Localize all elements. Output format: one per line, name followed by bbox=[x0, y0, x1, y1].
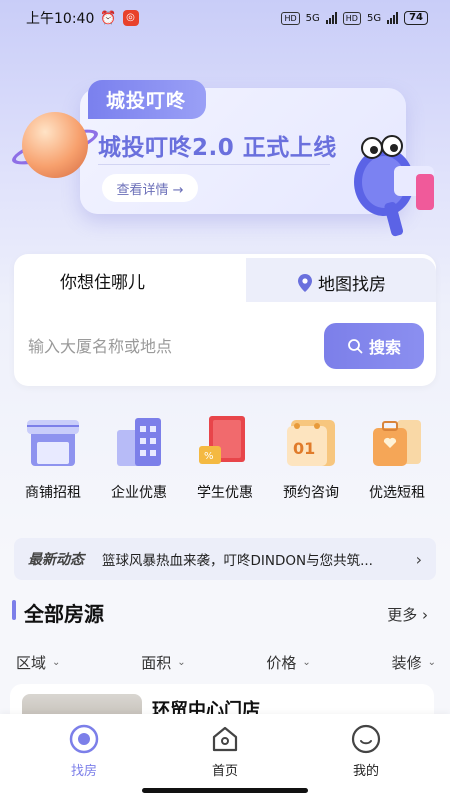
calendar-icon: 01 bbox=[287, 420, 335, 466]
banner-title: 城投叮咚2.0 正式上线 bbox=[98, 135, 337, 161]
filter-label: 装修 bbox=[391, 654, 422, 672]
status-time: 上午10:40 bbox=[26, 11, 95, 27]
category-label: 优选短租 bbox=[369, 485, 425, 501]
news-ticker[interactable]: 最新动态 篮球风暴热血来袭，叮咚DINDON与您共筑... › bbox=[14, 538, 436, 580]
category-label: 预约咨询 bbox=[283, 485, 339, 501]
map-pin-icon bbox=[298, 273, 312, 292]
status-indicators: HD 5G HD 5G 74 bbox=[281, 11, 428, 25]
news-tag: 最新动态 bbox=[28, 552, 84, 568]
nav-label: 找房 bbox=[70, 764, 97, 779]
category-short-rental[interactable]: 优选短租 bbox=[354, 412, 440, 508]
view-details-button[interactable]: 查看详情 → bbox=[102, 174, 198, 202]
chevron-down-icon: ⌄ bbox=[177, 657, 186, 668]
tab-where-to-live[interactable]: 你想住哪儿 bbox=[60, 268, 145, 293]
section-title: 全部房源 bbox=[24, 602, 104, 626]
filter-label: 面积 bbox=[141, 654, 172, 672]
category-label: 企业优惠 bbox=[111, 485, 167, 501]
category-grid: 商铺招租 企业优惠 % 学生优惠 01 预约咨询 优选短租 bbox=[10, 412, 440, 508]
news-text: 篮球风暴热血来袭，叮咚DINDON与您共筑... bbox=[102, 553, 373, 569]
nav-profile[interactable]: 我的 bbox=[326, 714, 406, 800]
app-notification-icon: ◎ bbox=[122, 10, 139, 26]
chevron-right-icon: › bbox=[422, 606, 428, 624]
office-building-icon bbox=[117, 418, 161, 466]
more-label: 更多 bbox=[387, 606, 418, 624]
find-house-icon bbox=[69, 724, 99, 754]
banner-tag: 城投叮咚 bbox=[88, 80, 207, 119]
book-icon: % bbox=[199, 416, 245, 464]
chevron-down-icon: ⌄ bbox=[302, 657, 311, 668]
signal-icon-2 bbox=[387, 12, 399, 24]
svg-text:01: 01 bbox=[293, 439, 315, 458]
suitcase-icon bbox=[373, 420, 421, 466]
filter-decoration[interactable]: 装修 ⌄ bbox=[392, 652, 436, 673]
planet-icon bbox=[22, 112, 88, 178]
search-button[interactable]: 搜索 bbox=[324, 323, 424, 369]
battery-icon: 74 bbox=[404, 11, 428, 25]
home-icon bbox=[212, 726, 238, 752]
search-input[interactable] bbox=[28, 328, 308, 364]
network-label-2: 5G bbox=[366, 12, 382, 24]
category-student-discount[interactable]: % 学生优惠 bbox=[182, 412, 268, 508]
banner-divider bbox=[98, 164, 330, 165]
nav-find-house[interactable]: 找房 bbox=[44, 714, 124, 800]
search-icon bbox=[348, 339, 363, 354]
filter-bar: 区域 ⌄ 面积 ⌄ 价格 ⌄ 装修 ⌄ bbox=[16, 652, 436, 673]
chevron-down-icon: ⌄ bbox=[52, 657, 61, 668]
search-button-label: 搜索 bbox=[368, 338, 401, 357]
filter-label: 区域 bbox=[16, 654, 47, 672]
filter-price[interactable]: 价格 ⌄ bbox=[266, 652, 310, 673]
chevron-right-icon: › bbox=[415, 549, 422, 569]
section-accent-bar bbox=[12, 600, 16, 620]
category-label: 商铺招租 bbox=[25, 485, 81, 501]
shop-icon bbox=[27, 420, 79, 466]
network-label: 5G bbox=[305, 12, 320, 24]
status-bar: 上午10:40 ⏰ ◎ HD 5G HD 5G 74 bbox=[0, 0, 450, 36]
home-indicator bbox=[142, 788, 308, 793]
hd-badge: HD bbox=[281, 11, 300, 25]
category-label: 学生优惠 bbox=[197, 485, 253, 501]
hd-badge-2: HD bbox=[342, 11, 361, 25]
category-enterprise-discount[interactable]: 企业优惠 bbox=[96, 412, 182, 508]
category-appointment[interactable]: 01 预约咨询 bbox=[268, 412, 354, 508]
tab-map-label: 地图找房 bbox=[318, 275, 386, 295]
tab-map-search[interactable]: 地图找房 bbox=[298, 270, 386, 295]
profile-icon bbox=[351, 724, 381, 754]
nav-label: 首页 bbox=[211, 764, 238, 779]
signal-icon bbox=[325, 12, 337, 24]
more-link[interactable]: 更多 › bbox=[387, 604, 428, 625]
filter-area[interactable]: 区域 ⌄ bbox=[16, 652, 60, 673]
chevron-down-icon: ⌄ bbox=[427, 657, 436, 668]
alarm-icon: ⏰ bbox=[100, 10, 117, 26]
svg-text:%: % bbox=[204, 451, 214, 462]
megaphone-icon bbox=[354, 135, 434, 237]
nav-label: 我的 bbox=[352, 764, 379, 779]
filter-label: 价格 bbox=[266, 654, 297, 672]
filter-size[interactable]: 面积 ⌄ bbox=[141, 652, 185, 673]
category-shop-rental[interactable]: 商铺招租 bbox=[10, 412, 96, 508]
